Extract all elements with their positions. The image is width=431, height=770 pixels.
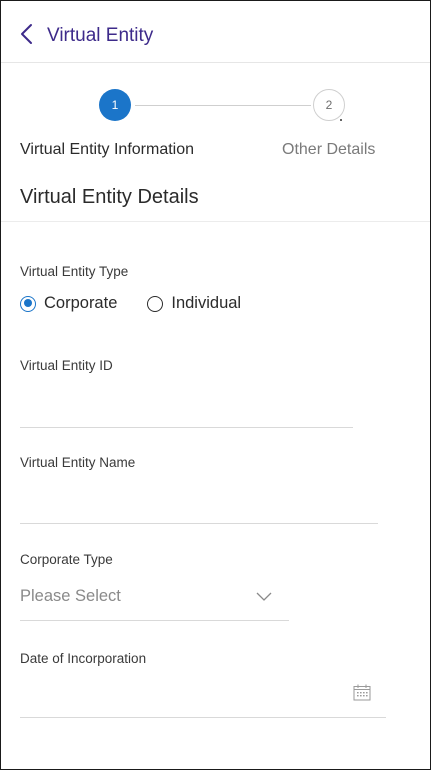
corporate-type-select[interactable]: Please Select <box>20 587 121 606</box>
step-marker-dot <box>340 119 342 121</box>
radio-corporate[interactable]: Corporate <box>20 294 117 313</box>
radio-individual-label: Individual <box>171 294 242 312</box>
corporate-type-underline <box>20 620 289 621</box>
app-header: Virtual Entity <box>1 1 430 63</box>
step-connector <box>135 105 311 106</box>
entity-id-label: Virtual Entity ID <box>20 358 113 373</box>
entity-name-underline <box>20 523 378 524</box>
section-title: Virtual Entity Details <box>20 186 199 208</box>
radio-individual[interactable]: Individual <box>147 294 241 313</box>
radio-button-unchecked[interactable] <box>147 295 164 312</box>
radio-button-checked[interactable] <box>20 295 36 312</box>
corporate-type-label: Corporate Type <box>20 552 113 567</box>
back-button[interactable] <box>19 23 35 45</box>
chevron-left-icon <box>21 24 32 44</box>
page-title: Virtual Entity <box>47 25 154 46</box>
step-1-indicator[interactable]: 1 <box>99 89 131 121</box>
stepper: 1 2 <box>1 87 430 127</box>
date-of-incorporation-underline <box>20 717 386 718</box>
entity-id-input[interactable] <box>20 396 350 422</box>
step-1-label[interactable]: Virtual Entity Information <box>20 141 194 159</box>
date-of-incorporation-label: Date of Incorporation <box>20 651 147 666</box>
entity-type-radio-group: Corporate Individual <box>20 294 241 313</box>
entity-name-input[interactable] <box>20 493 376 519</box>
date-of-incorporation-input[interactable] <box>20 683 340 709</box>
step-2-label[interactable]: Other Details <box>282 141 375 159</box>
section-divider <box>1 221 430 222</box>
app-frame: Virtual Entity 1 2 Virtual Entity Inform… <box>0 0 431 770</box>
entity-id-underline <box>20 427 353 428</box>
entity-type-label: Virtual Entity Type <box>20 264 129 279</box>
calendar-icon[interactable] <box>353 684 371 701</box>
entity-name-label: Virtual Entity Name <box>20 455 136 470</box>
step-2-indicator[interactable]: 2 <box>313 89 345 121</box>
chevron-down-icon[interactable] <box>256 589 272 601</box>
radio-corporate-label: Corporate <box>44 294 118 312</box>
